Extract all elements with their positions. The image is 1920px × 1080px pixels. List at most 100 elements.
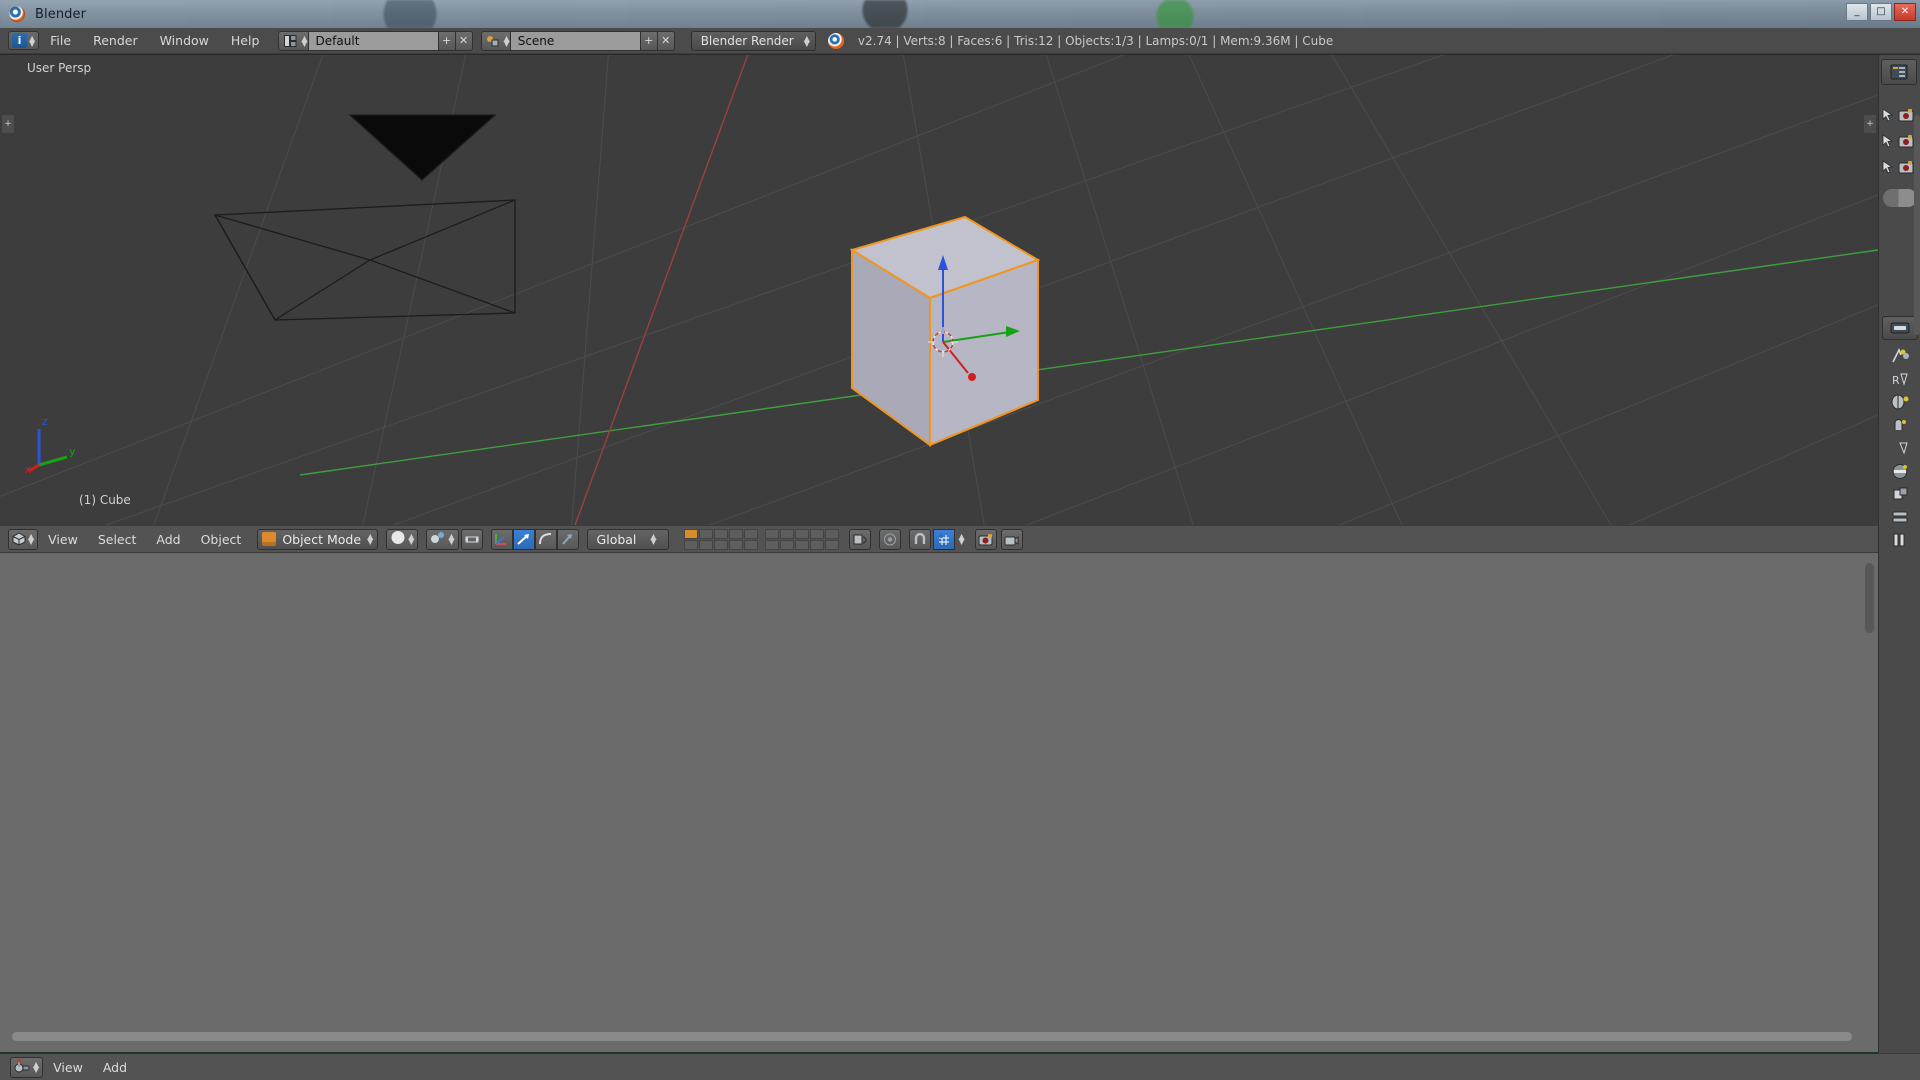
new-scene-button[interactable]: + [640,30,658,51]
data-tab-icon[interactable] [1889,507,1911,527]
chevron-updown-icon[interactable]: ▲ ▼ [959,533,965,546]
svg-text:x: x [25,463,32,473]
material-tab-icon[interactable] [1889,530,1911,550]
minimize-button[interactable]: _ [1846,3,1868,21]
pivot-median-point-icon [430,530,446,549]
layer-cell[interactable] [698,539,713,550]
window-controls: _ □ ✕ [1846,3,1916,21]
layer-cell[interactable] [743,528,758,539]
delete-scene-button[interactable]: ✕ [657,30,675,51]
render-tab-icon[interactable] [1889,346,1911,366]
layer-cell[interactable] [824,539,839,550]
camera-icon[interactable] [1898,107,1914,126]
render-layers-tab-icon[interactable]: R [1889,369,1911,389]
layer-cell[interactable] [713,528,728,539]
manipulator-toggle-button[interactable] [460,528,483,550]
interaction-mode-selector[interactable]: Object Mode ▲ ▼ [257,528,379,550]
scene-name[interactable]: Scene [510,30,641,51]
viewport-menu-select[interactable]: Select [88,525,147,553]
scene-statistics: v2.74 | Verts:8 | Faces:6 | Tris:12 | Ob… [857,33,1334,48]
snap-target-increment-icon[interactable] [932,528,955,550]
layer-cell[interactable] [809,528,824,539]
layer-cell[interactable] [764,528,779,539]
logic-horizontal-scrollbar[interactable] [12,1032,1852,1041]
menu-help[interactable]: Help [220,28,271,54]
world-tab-icon[interactable] [1889,415,1911,435]
camera-icon[interactable] [1898,159,1914,178]
cursor-icon[interactable] [1882,133,1894,152]
properties-vertical-scrollbar[interactable] [1914,115,1920,335]
logic-menu-add[interactable]: Add [93,1053,137,1080]
opengl-render-animation-icon[interactable] [1000,528,1023,550]
maximize-button[interactable]: □ [1870,3,1892,21]
chevron-updown-icon: ▲ ▼ [503,33,510,48]
layer-cell[interactable] [743,539,758,550]
scale-manipulator-icon[interactable] [534,528,557,550]
snap-magnet-icon[interactable] [908,528,931,550]
layer-block-bottom[interactable] [764,528,839,550]
menu-render[interactable]: Render [82,28,149,54]
cursor-icon[interactable] [1882,159,1894,178]
chevron-updown-icon: ▲ ▼ [408,532,415,546]
layer-cell[interactable] [824,528,839,539]
logic-vertical-scrollbar[interactable] [1865,563,1874,633]
proportional-edit-icon[interactable] [878,528,901,550]
viewport-right-panel-toggle[interactable]: + [1864,115,1876,133]
viewport-editor-type-selector[interactable]: ▲ ▼ [8,528,39,550]
object-tab-icon[interactable] [1889,438,1911,458]
layer-cell[interactable] [683,528,698,539]
viewport-menu-add[interactable]: Add [146,525,190,553]
scene-browse-button[interactable]: ▲ ▼ [480,30,511,51]
render-engine-selector[interactable]: Blender Render ▲ ▼ [690,30,816,51]
menu-window[interactable]: Window [149,28,220,54]
menu-file[interactable]: File [39,28,82,54]
logic-menu-view[interactable]: View [43,1053,93,1080]
camera-icon[interactable] [1898,133,1914,152]
layer-cell[interactable] [809,539,824,550]
layer-block-top[interactable] [683,528,758,550]
viewport-left-panel-toggle[interactable]: + [2,115,14,133]
lock-object-modes-icon[interactable] [848,528,871,550]
transform-orientation-selector[interactable]: Global ▲ ▼ [586,528,669,550]
rotate-manipulator-icon[interactable] [512,528,535,550]
layer-cell[interactable] [779,539,794,550]
3d-view-editor-icon [12,532,26,546]
svg-text:R: R [1892,374,1900,387]
layer-cell[interactable] [728,528,743,539]
properties-editor-strip: R [1878,55,1920,1053]
outliner-toggle-slider[interactable] [1883,189,1917,207]
logic-editor-icon [14,1058,31,1077]
layer-cell[interactable] [683,539,698,550]
3d-viewport[interactable]: User Persp (1) Cube z y x + + [0,55,1878,525]
pivot-point-selector[interactable]: ▲ ▼ [426,528,459,550]
layer-cell[interactable] [794,539,809,550]
modifiers-tab-icon[interactable] [1889,484,1911,504]
screen-layout-name[interactable]: Default [308,30,439,51]
viewport-menu-object[interactable]: Object [191,525,252,553]
viewport-menu-view[interactable]: View [38,525,88,553]
screen-browse-button[interactable]: ▲ ▼ [278,30,309,51]
close-button[interactable]: ✕ [1894,3,1916,21]
manipulator-extra-icon[interactable] [556,528,579,550]
cursor-icon[interactable] [1882,107,1894,126]
viewport-shading-selector[interactable]: ▲ ▼ [386,528,419,550]
render-this-view-icon[interactable] [974,528,997,550]
layer-cell[interactable] [779,528,794,539]
delete-screen-button[interactable]: ✕ [455,30,473,51]
logic-editor-type-selector[interactable]: ▲ ▼ [10,1056,44,1078]
new-screen-button[interactable]: + [438,30,456,51]
translate-manipulator-icon[interactable] [490,528,513,550]
constraints-tab-icon[interactable] [1889,461,1911,481]
outliner-editor-type-selector[interactable] [1881,59,1917,85]
info-editor-type-selector[interactable]: i ▲ ▼ [8,31,40,50]
svg-text:y: y [69,445,76,458]
layer-cell[interactable] [794,528,809,539]
chevron-updown-icon: ▲ ▼ [33,1060,40,1074]
layer-cell[interactable] [764,539,779,550]
layer-cell[interactable] [713,539,728,550]
interaction-mode-label: Object Mode [282,531,362,547]
scene-tab-icon[interactable] [1889,392,1911,412]
properties-editor-type-selector[interactable] [1882,316,1918,340]
layer-cell[interactable] [698,528,713,539]
layer-cell[interactable] [728,539,743,550]
